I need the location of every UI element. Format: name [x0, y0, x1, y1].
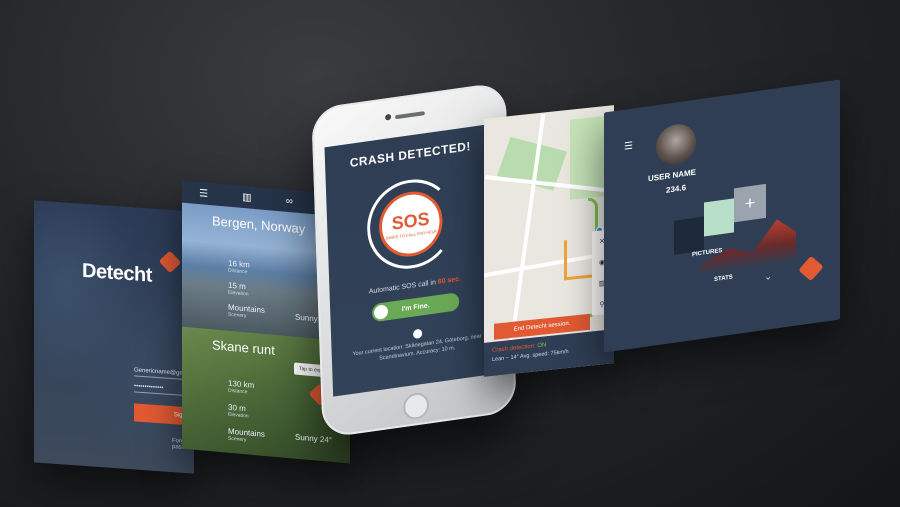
profile-screen: ☰ USER NAME 234.6 + PICTURES STATS ⌄ — [604, 79, 840, 353]
im-fine-toggle[interactable]: I'm Fine. — [371, 292, 460, 323]
location-pin-icon: ⬤ — [412, 327, 423, 339]
toggle-knob[interactable] — [373, 304, 389, 321]
crash-screen: CRASH DETECTED! SOS SWIPE TO CALL FOR HE… — [324, 123, 504, 397]
im-fine-label: I'm Fine. — [401, 301, 430, 313]
add-picture-icon[interactable]: + — [734, 183, 766, 223]
route-elevation: 15 m Elevation — [228, 280, 249, 298]
menu-icon[interactable]: ☰ — [199, 188, 208, 200]
picture-tile[interactable] — [674, 216, 704, 255]
crash-title: CRASH DETECTED! — [349, 138, 472, 171]
route-title: Skane runt — [212, 337, 275, 358]
avatar[interactable] — [656, 121, 696, 168]
camera-icon — [385, 113, 392, 121]
speaker-grill — [395, 111, 425, 120]
map-screen: End Detecht session. Crash detection: ON… — [484, 105, 614, 377]
route-distance: 130 km Distance — [228, 378, 255, 396]
home-button[interactable] — [402, 391, 430, 422]
map-icon[interactable]: ▥ — [242, 191, 251, 203]
route-weather: Sunny 24° — [294, 432, 332, 445]
app-logo: Detecht — [82, 259, 152, 287]
forest-background — [34, 200, 194, 474]
route-elevation: 30 m Elevation — [228, 402, 249, 420]
detecht-fab-icon[interactable] — [798, 255, 824, 282]
route-scenery: Mountains Scenery — [228, 426, 265, 444]
chevron-down-icon[interactable]: ⌄ — [764, 271, 772, 283]
infinity-icon[interactable]: ∞ — [286, 195, 293, 207]
login-screen: Detecht Genericname@gmail.com ••••••••••… — [34, 200, 194, 474]
route-scenery: Mountains Scenery — [228, 302, 265, 320]
stats-label: STATS — [714, 274, 733, 284]
menu-icon[interactable]: ☰ — [624, 141, 633, 153]
auto-sos-countdown: Automatic SOS call in 60 sec. — [368, 275, 462, 296]
user-score: 234.6 — [666, 183, 687, 195]
route-title: Bergen, Norway — [212, 213, 306, 237]
route-distance: 16 km Distance — [228, 258, 250, 276]
username: USER NAME — [648, 167, 697, 184]
picture-tile[interactable] — [704, 198, 734, 237]
